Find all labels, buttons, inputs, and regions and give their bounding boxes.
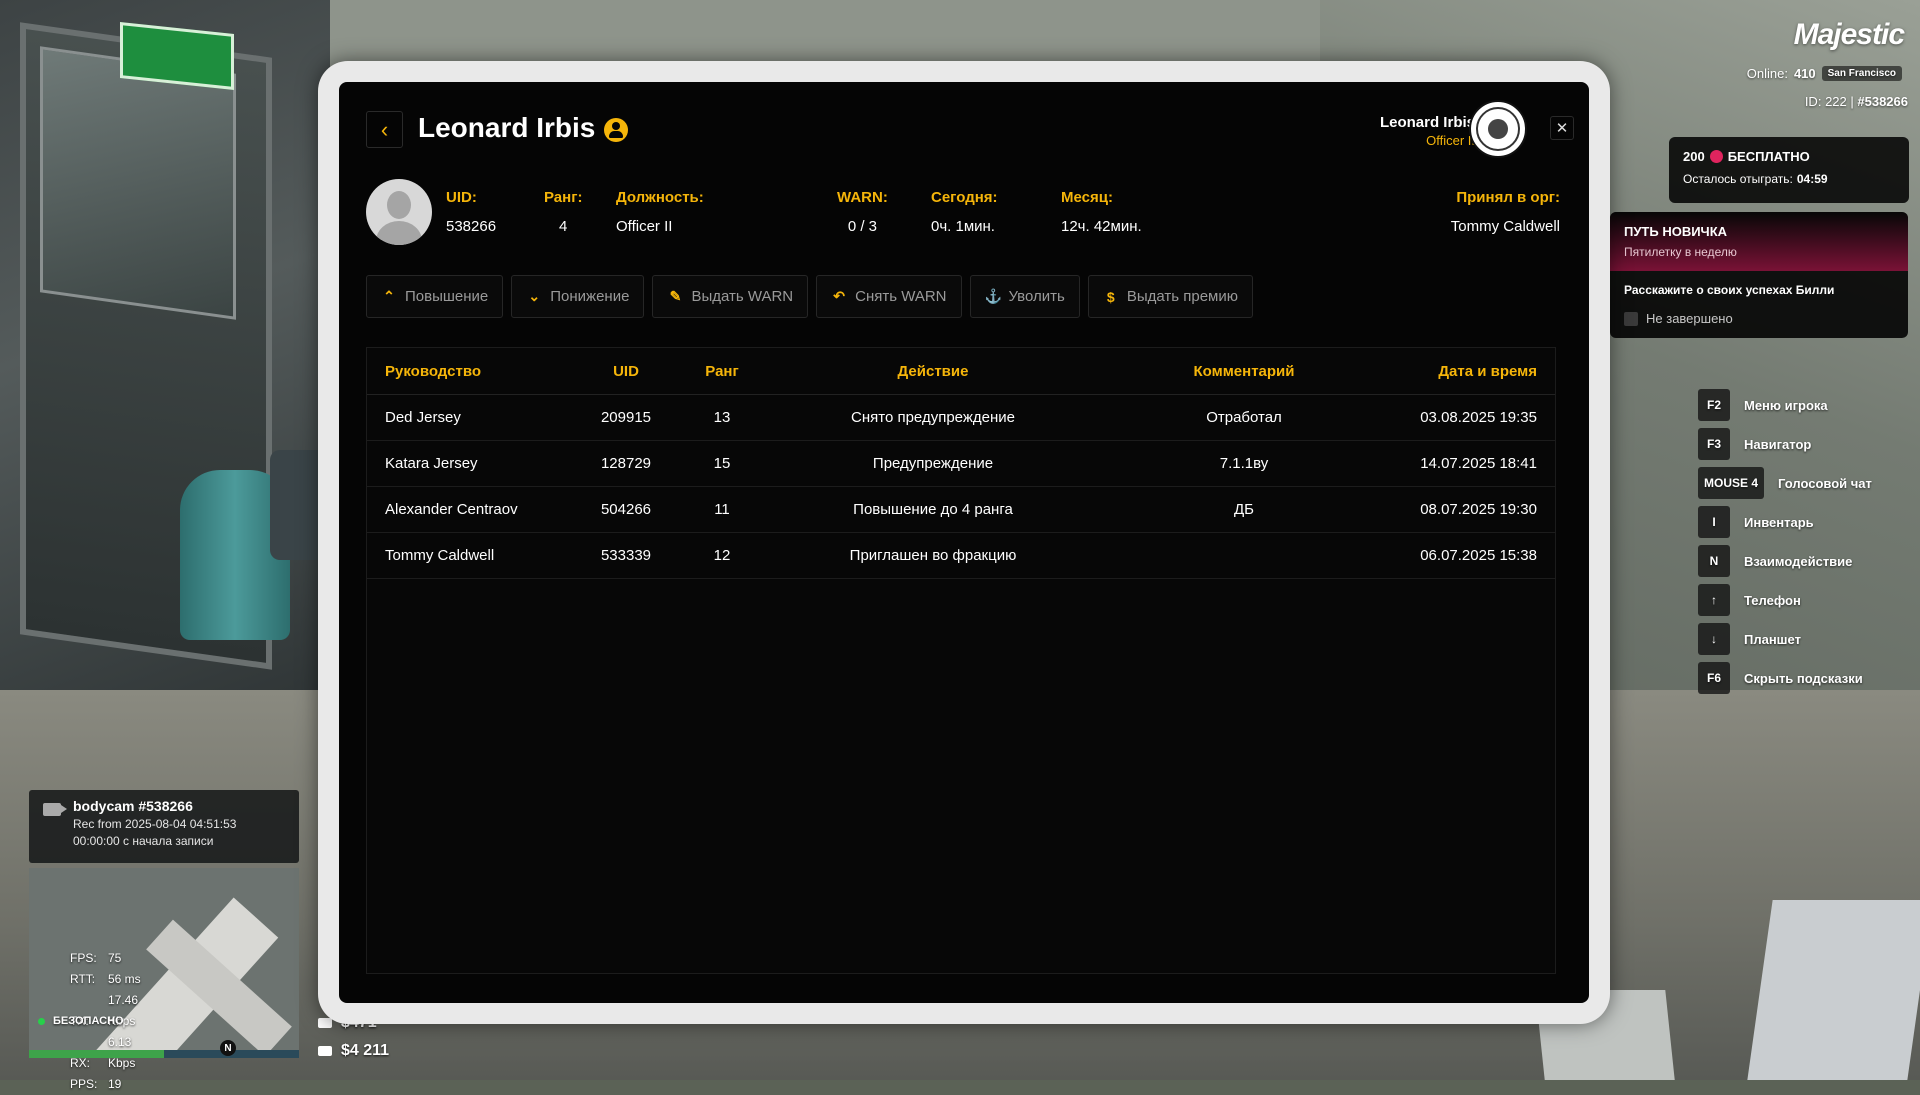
col-leader: Руководство [367, 348, 573, 395]
viewer-name: Leonard Irbis [1379, 114, 1475, 131]
info-month: Месяц: 12ч. 42мин. [1061, 189, 1142, 235]
hotkey-player-menu: F2 Меню игрока [1698, 389, 1872, 421]
col-datetime: Дата и время [1387, 348, 1555, 395]
hotkey-navigator: F3 Навигатор [1698, 428, 1872, 460]
info-uid: UID: 538266 [446, 189, 497, 235]
info-rank: Ранг: 4 [544, 189, 583, 235]
user-icon [604, 118, 628, 142]
quest-subtitle: Пятилетку в неделю [1624, 245, 1737, 259]
tablet-frame: ‹ Leonard Irbis Leonard Irbis Officer II… [318, 61, 1610, 1024]
coin-icon [1709, 150, 1723, 163]
status-dot-icon [38, 1017, 45, 1025]
avatar [366, 179, 432, 245]
coin-icon: $ [1106, 288, 1115, 305]
arrow-up-icon: ⌃ [383, 288, 395, 304]
info-accepted-by: Принял в орг: Tommy Caldwell [1450, 189, 1560, 235]
history-table: Руководство UID Ранг Действие Комментари… [366, 347, 1556, 974]
close-icon: ✕ [1555, 120, 1569, 137]
quest-task: Расскажите о своих успехах Билли [1624, 283, 1835, 297]
remove-warn-button[interactable]: ↶ Снять WARN [816, 275, 962, 318]
player-id: ID: 222 | #538266 [1804, 94, 1908, 109]
bodycam-overlay: bodycam #538266 Rec from 2025-08-04 04:5… [29, 790, 299, 863]
info-today: Сегодня: 0ч. 1мин. [931, 189, 998, 235]
hotkey-tablet: ↓ Планшет [1698, 623, 1872, 655]
hotkey-voice-chat: MOUSE 4 Голосовой чат [1698, 467, 1872, 499]
quest-status: Не завершено [1646, 311, 1733, 326]
demote-button[interactable]: ⌄ Понижение [511, 275, 645, 318]
promo-box: 200 БЕСПЛАТНО Осталось отыграть: 04:59 [1669, 137, 1909, 203]
viewer-rank: Officer II [1426, 133, 1475, 148]
info-warn: WARN: 0 / 3 [837, 189, 888, 235]
table-row: Alexander Centraov 504266 11 Повышение до 4… [367, 486, 1555, 533]
server-name: San Francisco [1821, 66, 1902, 81]
hotkey-hints: F2 Меню игрока F3 Навигатор MOUSE 4 Голосов… [1698, 389, 1872, 694]
compass-north-icon: N [220, 1040, 236, 1056]
give-bonus-button[interactable]: $ Выдать премию [1087, 275, 1253, 318]
warn-add-icon: ✎ [669, 288, 682, 304]
department-emblem-icon [1469, 100, 1527, 158]
col-uid: UID [573, 348, 679, 395]
member-name: Leonard Irbis [418, 112, 596, 143]
chevron-left-icon: ‹ [380, 116, 389, 142]
quest-checkbox [1624, 311, 1638, 326]
back-button[interactable]: ‹ [366, 111, 403, 148]
bank-amount: $4 211 [318, 1042, 389, 1060]
arrow-down-icon: ⌄ [528, 288, 541, 304]
action-bar: ⌃ Повышение ⌄ Понижение ✎ Выдать WARN ↶ Снят… [366, 275, 1253, 318]
hotkey-hide-hints: F6 Скрыть подсказки [1698, 662, 1872, 694]
table-row: Tommy Caldwell 533339 12 Приглашен во фракц… [367, 532, 1555, 579]
tablet-screen: ‹ Leonard Irbis Leonard Irbis Officer II… [339, 82, 1589, 1003]
col-rank: Ранг [679, 348, 765, 395]
table-row: Katara Jersey 128729 15 Предупреждение 7.1.1… [367, 440, 1555, 487]
online-counter: Online: 410 San Francisco [1747, 66, 1902, 81]
safe-zone-indicator: БЕЗОПАСНО [38, 1015, 124, 1027]
fire-button[interactable]: ⚓ Уволить [969, 275, 1080, 318]
undo-icon: ↶ [833, 288, 845, 304]
fire-icon: ⚓ [984, 288, 1002, 304]
promote-button[interactable]: ⌃ Повышение [366, 275, 504, 318]
cash-icon [318, 1018, 332, 1028]
hotkey-inventory: I Инвентарь [1698, 506, 1872, 538]
quest-panel: ПУТЬ НОВИЧКА Пятилетку в неделю Расскажи… [1610, 212, 1908, 338]
hotkey-interaction: N Взаимодействие [1698, 545, 1872, 577]
camera-icon [43, 803, 67, 816]
card-icon [318, 1046, 332, 1056]
exit-sign [120, 22, 234, 90]
close-button[interactable]: ✕ [1550, 116, 1574, 140]
table-header-row: Руководство UID Ранг Действие Комментари… [367, 348, 1555, 395]
hotkey-phone: ↑ Телефон [1698, 584, 1872, 616]
give-warn-button[interactable]: ✎ Выдать WARN [652, 275, 809, 318]
server-logo: Majestic [1793, 18, 1905, 51]
col-action: Действие [765, 348, 1101, 395]
quest-title: ПУТЬ НОВИЧКА [1624, 224, 1728, 239]
table-row: Ded Jersey 209915 13 Снято предупреждение От… [367, 394, 1555, 441]
info-position: Должность: Officer II [616, 189, 704, 235]
col-comment: Комментарий [1101, 348, 1387, 395]
health-bar [29, 1050, 299, 1058]
